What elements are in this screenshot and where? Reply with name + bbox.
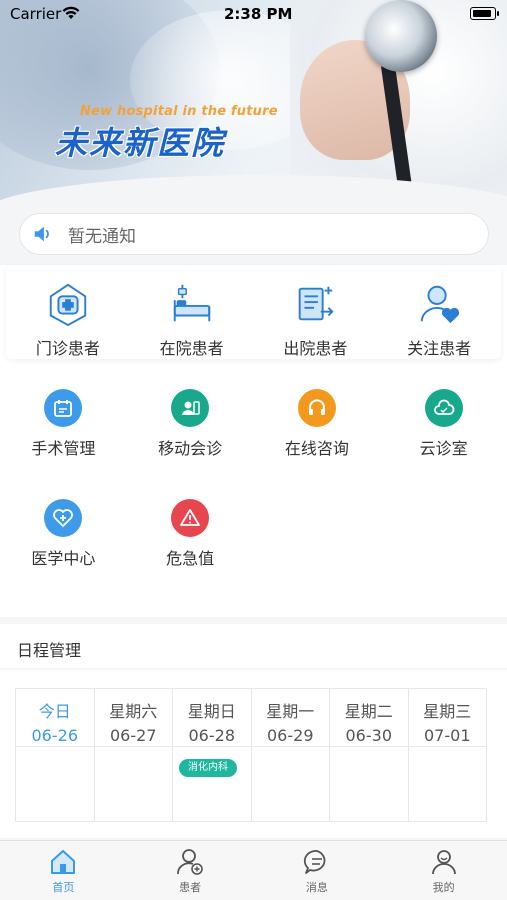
schedule-day[interactable]: 星期三 07-01 <box>407 688 487 822</box>
patient-cards: 门诊患者 在院患者 出院患者 关注患者 <box>6 265 501 359</box>
tab-messages[interactable]: 消息 <box>254 841 381 900</box>
day-weekday: 今日 <box>38 702 71 721</box>
feature-label: 医学中心 <box>31 549 96 568</box>
day-header: 星期一 06-29 <box>251 689 329 747</box>
inpatient-bed-icon <box>173 284 210 322</box>
day-weekday: 星期一 <box>266 702 315 721</box>
feature-critical-value[interactable]: 危急值 <box>127 499 254 609</box>
cloud-clinic-icon <box>424 389 463 427</box>
day-date: 06-28 <box>188 726 236 745</box>
day-header: 今日 06-26 <box>16 689 94 747</box>
carrier-label: Carrier <box>10 5 62 23</box>
clock: 2:38 PM <box>224 5 293 23</box>
schedule-event-tag[interactable]: 消化内科 <box>179 759 237 777</box>
message-icon <box>303 850 326 874</box>
banner-slogan-cn: 未来新医院 <box>55 124 226 162</box>
tab-patients[interactable]: 患者 <box>127 841 254 900</box>
feature-surgery-management[interactable]: 手术管理 <box>0 389 127 499</box>
schedule-day[interactable]: 星期一 06-29 <box>250 688 330 822</box>
tab-profile[interactable]: 我的 <box>380 841 507 900</box>
card-follow[interactable]: 关注患者 <box>377 265 501 359</box>
outpatient-icon <box>49 283 87 327</box>
schedule-days: 今日 06-26 星期六 06-27 星期日 06-28 消化内科 星期一 06… <box>15 688 487 822</box>
speaker-icon <box>34 226 49 242</box>
day-weekday: 星期日 <box>187 702 236 721</box>
battery-icon <box>470 7 499 20</box>
day-date: 06-27 <box>110 726 157 745</box>
main-section: 门诊患者 在院患者 出院患者 关注患者 手术管理 移动会诊 在线咨询 云诊室 医… <box>0 265 507 617</box>
day-date: 06-30 <box>345 726 393 745</box>
feature-label: 云诊室 <box>419 439 468 458</box>
schedule-section: 今日 06-26 星期六 06-27 星期日 06-28 消化内科 星期一 06… <box>0 670 507 838</box>
feature-medical-center[interactable]: 医学中心 <box>0 499 127 609</box>
discharge-icon <box>299 286 334 321</box>
feature-label: 手术管理 <box>31 439 96 458</box>
medical-center-icon <box>44 499 83 537</box>
tab-label: 我的 <box>432 881 455 894</box>
home-icon <box>51 850 76 874</box>
card-label: 出院患者 <box>283 339 348 358</box>
tab-label: 消息 <box>305 881 328 894</box>
warning-icon <box>171 499 210 537</box>
day-date: 06-26 <box>31 726 79 745</box>
schedule-day[interactable]: 今日 06-26 <box>15 688 95 822</box>
feature-label: 在线咨询 <box>284 439 349 458</box>
feature-label: 危急值 <box>166 549 215 568</box>
notice-bar[interactable]: 暂无通知 <box>19 213 489 255</box>
schedule-day[interactable]: 星期六 06-27 <box>93 688 173 822</box>
follow-patient-icon <box>420 285 460 324</box>
day-date: 07-01 <box>424 726 471 745</box>
surgery-calendar-icon <box>44 389 83 427</box>
day-weekday: 星期六 <box>109 702 158 721</box>
profile-icon <box>431 850 456 875</box>
day-weekday: 星期二 <box>344 702 393 721</box>
card-label: 门诊患者 <box>35 339 100 358</box>
notice-text: 暂无通知 <box>68 226 136 247</box>
tab-label: 首页 <box>52 881 75 894</box>
battery-level <box>472 9 491 17</box>
online-consult-icon <box>297 389 336 427</box>
day-header: 星期日 06-28 <box>173 689 251 747</box>
feature-cloud-clinic[interactable]: 云诊室 <box>380 389 507 499</box>
day-date: 06-29 <box>267 726 314 745</box>
schedule-day[interactable]: 星期日 06-28 消化内科 <box>172 688 252 822</box>
patient-icon <box>177 849 203 875</box>
banner[interactable]: New hospital in the future 未来新医院 <box>0 0 507 215</box>
mobile-consult-icon <box>171 389 210 427</box>
day-weekday: 星期三 <box>423 702 472 721</box>
card-label: 关注患者 <box>407 339 472 358</box>
banner-slogan-en: New hospital in the future <box>80 104 278 119</box>
status-bar: Carrier 2:38 PM <box>0 0 507 28</box>
schedule-header: 日程管理 <box>0 624 507 668</box>
day-header: 星期二 06-30 <box>330 689 408 747</box>
schedule-day[interactable]: 星期二 06-30 <box>329 688 409 822</box>
feature-mobile-consult[interactable]: 移动会诊 <box>127 389 254 499</box>
card-discharge[interactable]: 出院患者 <box>254 265 378 359</box>
feature-online-consult[interactable]: 在线咨询 <box>254 389 381 499</box>
day-header: 星期三 07-01 <box>408 689 486 747</box>
feature-grid: 手术管理 移动会诊 在线咨询 云诊室 医学中心 危急值 <box>0 389 507 609</box>
card-label: 在院患者 <box>159 339 224 358</box>
wifi-icon <box>62 6 80 19</box>
card-inpatient[interactable]: 在院患者 <box>130 265 254 359</box>
day-header: 星期六 06-27 <box>94 689 172 747</box>
schedule-title: 日程管理 <box>17 641 82 660</box>
card-outpatient[interactable]: 门诊患者 <box>6 265 130 359</box>
tab-bar: 首页 患者 消息 我的 <box>0 840 507 900</box>
tab-label: 患者 <box>179 881 202 894</box>
tab-home[interactable]: 首页 <box>0 841 127 900</box>
feature-label: 移动会诊 <box>158 439 223 458</box>
